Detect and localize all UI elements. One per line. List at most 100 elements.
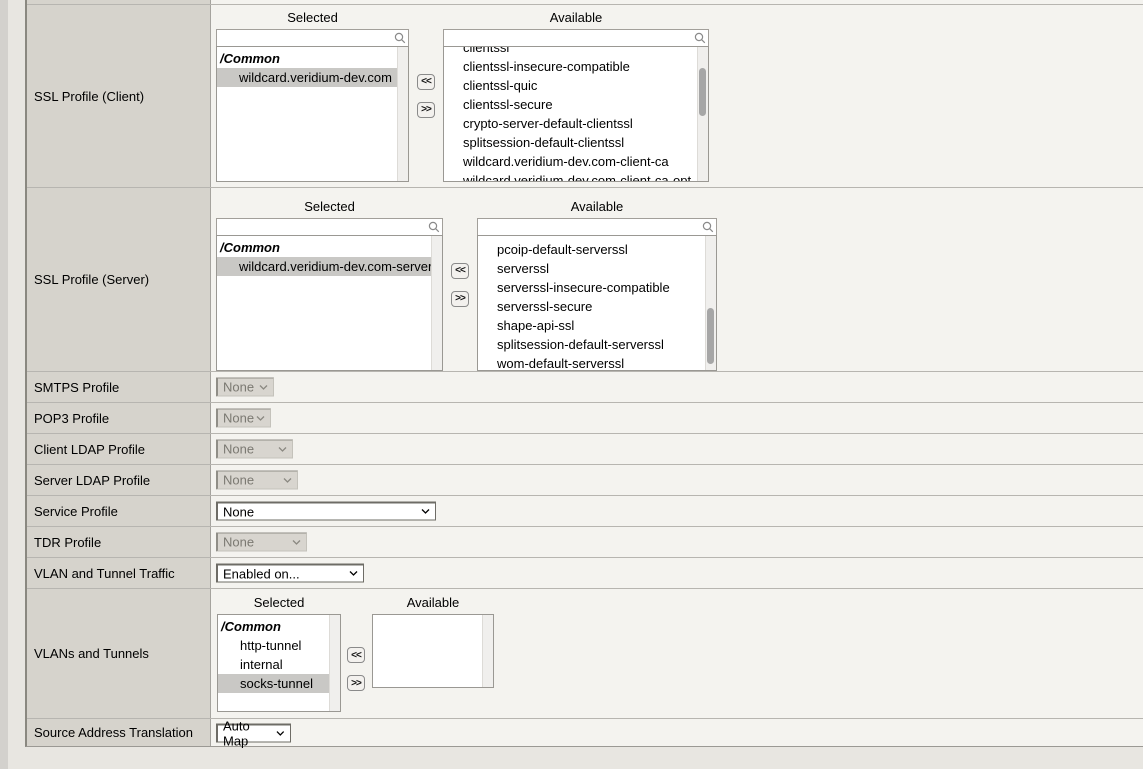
available-filter-input[interactable]	[477, 218, 717, 236]
list-item[interactable]: serverssl-insecure-compatible	[478, 278, 716, 297]
ssl-client-selected-list[interactable]: /Common wildcard.veridium-dev.com	[216, 46, 409, 182]
chevron-down-icon	[256, 415, 265, 421]
move-to-selected-button[interactable]: <<	[347, 647, 365, 663]
scrollbar-track[interactable]	[329, 615, 340, 711]
virtual-server-config-table: SSL Profile (Client) Selected /Common wi…	[25, 0, 1143, 747]
row-ssl-profile-server: SSL Profile (Server) Selected /Common wi…	[27, 187, 1143, 371]
list-item[interactable]: clientssl	[444, 46, 708, 57]
row-ssl-profile-client: SSL Profile (Client) Selected /Common wi…	[27, 4, 1143, 187]
ssl-client-available-list[interactable]: clientssl clientssl-insecure-compatible …	[443, 46, 709, 182]
select-value: Auto Map	[223, 718, 276, 748]
row-label: Source Address Translation	[27, 719, 211, 746]
search-icon	[702, 221, 714, 233]
list-item[interactable]: wildcard.veridium-dev.com-server	[217, 257, 431, 276]
list-item[interactable]: splitsession-default-clientssl	[444, 133, 708, 152]
search-icon	[394, 32, 406, 44]
server-ldap-profile-select: None	[216, 471, 298, 490]
select-value: None	[223, 504, 254, 519]
ssl-server-available-list[interactable]: pcoip-default-serverssl serverssl server…	[477, 235, 717, 371]
scrollbar-thumb[interactable]	[699, 68, 706, 116]
available-filter-input[interactable]	[443, 29, 709, 47]
select-value: None	[223, 411, 254, 426]
select-value: None	[223, 535, 254, 550]
list-item[interactable]: wildcard.veridium-dev.com	[217, 68, 397, 87]
row-label: SSL Profile (Client)	[27, 5, 211, 187]
previous-row-label-sliver	[27, 0, 211, 4]
previous-row-sliver	[27, 0, 1143, 4]
tdr-profile-select: None	[216, 533, 307, 552]
row-vlans-and-tunnels: VLANs and Tunnels Selected /Common http-…	[27, 588, 1143, 718]
row-value: None	[211, 465, 1143, 495]
vlan-tunnel-traffic-select[interactable]: Enabled on...	[216, 564, 364, 583]
chevron-down-icon	[259, 384, 268, 390]
row-label: TDR Profile	[27, 527, 211, 557]
select-value: None	[223, 473, 254, 488]
row-value: None	[211, 434, 1143, 464]
list-item[interactable]: socks-tunnel	[218, 674, 329, 693]
list-item[interactable]: wildcard.veridium-dev.com-client-ca	[444, 152, 708, 171]
list-item[interactable]: clientssl-secure	[444, 95, 708, 114]
list-item[interactable]: wildcard.veridium-dev.com-client-ca-opt	[444, 171, 708, 182]
search-icon	[694, 32, 706, 44]
row-label: SMTPS Profile	[27, 372, 211, 402]
vlans-available-list[interactable]	[372, 614, 494, 688]
scrollbar-track[interactable]	[705, 236, 716, 370]
row-vlan-tunnel-traffic: VLAN and Tunnel Traffic Enabled on...	[27, 557, 1143, 588]
list-item[interactable]: clientssl-insecure-compatible	[444, 57, 708, 76]
move-to-selected-button[interactable]: <<	[451, 263, 469, 279]
list-item[interactable]: serverssl	[478, 259, 716, 278]
selected-filter-input[interactable]	[216, 29, 409, 47]
vlans-selected-list[interactable]: /Common http-tunnel internal socks-tunne…	[217, 614, 341, 712]
list-item[interactable]: wom-default-serverssl	[478, 354, 716, 371]
list-item[interactable]: serverssl-secure	[478, 297, 716, 316]
list-item[interactable]: splitsession-default-serverssl	[478, 335, 716, 354]
list-item[interactable]: pcoip-default-serverssl	[478, 240, 716, 259]
selected-header: Selected	[216, 9, 409, 26]
row-label: SSL Profile (Server)	[27, 188, 211, 371]
row-value: Selected /Common http-tunnel internal so…	[211, 589, 1143, 718]
chevron-down-icon	[292, 539, 301, 545]
row-label: Service Profile	[27, 496, 211, 526]
available-header: Available	[477, 198, 717, 215]
left-rail	[0, 0, 8, 769]
row-label: POP3 Profile	[27, 403, 211, 433]
list-item[interactable]: internal	[218, 655, 340, 674]
partition-group-label: /Common	[217, 238, 442, 257]
scrollbar-thumb[interactable]	[707, 308, 714, 364]
row-value: Selected /Common wildcard.veridium-dev.c…	[211, 188, 1143, 371]
scrollbar-track[interactable]	[697, 47, 708, 181]
scrollbar-track[interactable]	[431, 236, 442, 370]
selected-header: Selected	[216, 198, 443, 215]
row-smtps-profile: SMTPS Profile None	[27, 371, 1143, 402]
selected-filter-input[interactable]	[216, 218, 443, 236]
list-item[interactable]: http-tunnel	[218, 636, 340, 655]
select-value: None	[223, 442, 254, 457]
service-profile-select[interactable]: None	[216, 502, 436, 521]
list-item[interactable]: clientssl-quic	[444, 76, 708, 95]
row-value: None	[211, 527, 1143, 557]
list-item[interactable]: crypto-server-default-clientssl	[444, 114, 708, 133]
row-source-address-translation: Source Address Translation Auto Map	[27, 718, 1143, 746]
row-pop3-profile: POP3 Profile None	[27, 402, 1143, 433]
list-item[interactable]: shape-api-ssl	[478, 316, 716, 335]
scrollbar-track[interactable]	[482, 615, 493, 687]
pop3-profile-select: None	[216, 409, 271, 428]
previous-row-value-sliver	[211, 0, 1143, 4]
row-value: Enabled on...	[211, 558, 1143, 588]
row-label: VLANs and Tunnels	[27, 589, 211, 718]
client-ldap-profile-select: None	[216, 440, 293, 459]
partition-group-label: /Common	[218, 617, 340, 636]
row-label: VLAN and Tunnel Traffic	[27, 558, 211, 588]
move-to-available-button[interactable]: >>	[451, 291, 469, 307]
ssl-server-selected-list[interactable]: /Common wildcard.veridium-dev.com-server	[216, 235, 443, 371]
move-to-available-button[interactable]: >>	[347, 675, 365, 691]
partition-group-label: /Common	[217, 49, 408, 68]
chevron-down-icon	[421, 509, 430, 515]
scrollbar-track[interactable]	[397, 47, 408, 181]
select-value: None	[223, 380, 254, 395]
move-to-available-button[interactable]: >>	[417, 102, 435, 118]
move-to-selected-button[interactable]: <<	[417, 74, 435, 90]
row-value: Auto Map	[211, 719, 1143, 746]
source-address-translation-select[interactable]: Auto Map	[216, 723, 291, 742]
row-service-profile: Service Profile None	[27, 495, 1143, 526]
